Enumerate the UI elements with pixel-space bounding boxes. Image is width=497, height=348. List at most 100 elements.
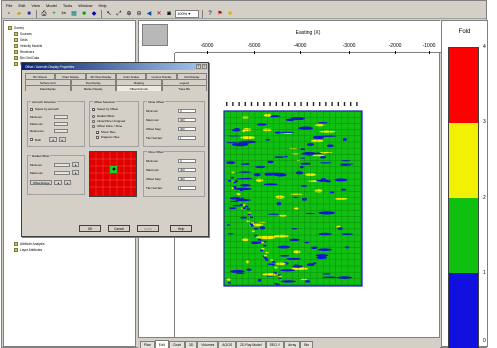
radial-minimum-field[interactable] [54, 162, 70, 167]
step-button[interactable]: ▸ [63, 180, 72, 185]
tab-volumes[interactable]: Volumes [197, 341, 219, 348]
tab-trace-bin[interactable]: Trace Bin [161, 85, 207, 91]
xline-minimum-field[interactable]: 0 [178, 159, 196, 163]
xline-maximum-field[interactable]: 400 [178, 168, 196, 172]
azimuth-reference-field[interactable] [54, 129, 68, 133]
azimuth-maximum-field[interactable] [54, 122, 68, 126]
tab-seg-y[interactable]: SEG-Y [265, 341, 285, 348]
inline-maximum-field[interactable]: 400 [178, 118, 196, 122]
inline-tile-number-field[interactable]: 1 [178, 136, 196, 140]
menu-model[interactable]: Model [46, 3, 57, 8]
tree-item[interactable]: Layer Attributes [14, 247, 42, 252]
measure-icon[interactable]: ◀ [145, 10, 153, 18]
open-icon[interactable]: ▰ [15, 10, 23, 18]
tab-3d[interactable]: 3D [184, 341, 198, 348]
menu-edit[interactable]: Edit [18, 3, 25, 8]
tree-item[interactable]: Velocity Models [14, 43, 42, 48]
checkbox[interactable] [30, 107, 33, 111]
tree-item[interactable]: Bin Grid Data [14, 55, 39, 60]
radio-button[interactable] [92, 119, 95, 123]
tree-item[interactable]: Grids [14, 37, 28, 42]
tab-offset-azimuth[interactable]: Offset/Azimuth [116, 85, 162, 91]
tab-bin[interactable]: Bin [300, 341, 314, 348]
settings-icon[interactable]: ◆ [90, 10, 98, 18]
zoom-in-icon[interactable]: ⊕ [125, 10, 133, 18]
tree-item[interactable]: Survey [8, 25, 24, 30]
radio-button[interactable] [92, 114, 95, 118]
cut-icon[interactable]: ✂ [60, 10, 68, 18]
pointer-icon[interactable]: ↖ [105, 10, 113, 18]
menu-view[interactable]: View [31, 3, 40, 8]
pan-icon[interactable]: ⤢ [115, 10, 123, 18]
show-tiles-option[interactable]: ✓ Show Tiles [96, 130, 116, 134]
checkbox[interactable] [96, 135, 99, 139]
offset-range-button[interactable]: Offset Range [30, 180, 53, 185]
xline-tile-number-field[interactable]: 1 [178, 186, 196, 190]
fold-map-svg [223, 102, 363, 287]
menu-help[interactable]: Help [98, 3, 106, 8]
tree-item[interactable]: Sources [14, 31, 32, 36]
help-icon[interactable]: ? [206, 10, 214, 18]
offset-inline-xline-option[interactable]: Offset Inline / Xline [92, 124, 122, 128]
offset-tile-preview[interactable] [89, 151, 137, 197]
step-button[interactable]: ▸ [72, 162, 80, 167]
station-marker [306, 102, 308, 106]
step-button[interactable]: ▸ [58, 137, 66, 142]
menu-window[interactable]: Window [78, 3, 92, 8]
overview-thumbnail[interactable] [142, 24, 168, 46]
apply-button[interactable]: Apply [137, 225, 159, 232]
new-icon[interactable]: ▫ [5, 10, 13, 18]
tab-chart[interactable]: Chart [168, 341, 185, 348]
fold-map-plot[interactable] [218, 101, 364, 289]
add-icon[interactable]: + [50, 10, 58, 18]
tree-item[interactable]: Attribute Analysis [14, 241, 44, 246]
tab-marker-display[interactable]: Marker Display [70, 85, 116, 91]
dialog-titlebar[interactable]: Offset / Azimuth Display Properties ? × [22, 63, 208, 70]
close-icon[interactable]: ✕ [155, 10, 163, 18]
select-by-offset-option[interactable]: ✓ Select by Offset [92, 107, 118, 111]
zoom-select[interactable]: 100% ▾ [175, 9, 199, 18]
flag-icon[interactable]: ⚑ [216, 10, 224, 18]
select-by-azimuth-option[interactable]: Select by Azimuth [30, 107, 59, 111]
diagonal-feature [233, 185, 237, 188]
help-button[interactable]: Help [170, 225, 192, 232]
inline-minimum-field[interactable]: 0 [178, 109, 196, 113]
tab-edit[interactable]: Edit [154, 340, 169, 348]
dialog-title: Offset / Azimuth Display Properties [25, 64, 75, 69]
tab-aogs[interactable]: AOGS [218, 341, 237, 348]
menu-file[interactable]: File [6, 3, 12, 8]
color-icon[interactable]: ■ [80, 10, 88, 18]
inline-unsigned-option[interactable]: Inline/Xline Unsigned [92, 119, 125, 123]
step-button[interactable]: ▸ [72, 170, 80, 175]
radial-maximum-field[interactable] [54, 170, 70, 175]
ok-button[interactable]: OK [79, 225, 101, 232]
tab-2d-ray-model[interactable]: 2D Ray Model [236, 341, 266, 348]
checkbox[interactable]: ✓ [96, 130, 100, 134]
radio-button[interactable] [92, 124, 95, 128]
diagram-tiles-option[interactable]: Diagram Tiles [96, 135, 119, 139]
step-button[interactable]: ◂ [54, 180, 62, 185]
print-icon[interactable]: ⎙ [40, 10, 48, 18]
checkbox[interactable] [30, 138, 33, 141]
low-fold-streak [276, 202, 282, 206]
azimuth-both-row[interactable]: Both ◂ ▸ [30, 137, 66, 142]
tree-item[interactable]: Receivers [14, 49, 34, 54]
azimuth-minimum-field[interactable] [54, 115, 68, 119]
info-icon[interactable]: ◙ [165, 10, 173, 18]
inline-step-field[interactable]: 400 [178, 127, 196, 131]
close-icon[interactable]: × [202, 64, 207, 69]
chart-icon[interactable]: ▦ [70, 10, 78, 18]
tab-data-display[interactable]: Data Display [25, 85, 71, 91]
checkbox[interactable]: ✓ [92, 107, 96, 111]
step-button[interactable]: ◂ [49, 137, 57, 142]
help-icon[interactable]: ? [196, 64, 201, 69]
zoom-out-icon[interactable]: ⊖ [135, 10, 143, 18]
highlight-icon[interactable]: ■ [226, 10, 234, 18]
menu-tools[interactable]: Tools [63, 3, 72, 8]
tab-plan[interactable]: Plan [140, 341, 155, 348]
save-icon[interactable]: ■ [25, 10, 33, 18]
radial-offset-option[interactable]: Radial Offset [92, 114, 114, 118]
tab-array[interactable]: Array [284, 341, 301, 348]
cancel-button[interactable]: Cancel [108, 225, 130, 232]
xline-step-field[interactable]: 400 [178, 177, 196, 181]
